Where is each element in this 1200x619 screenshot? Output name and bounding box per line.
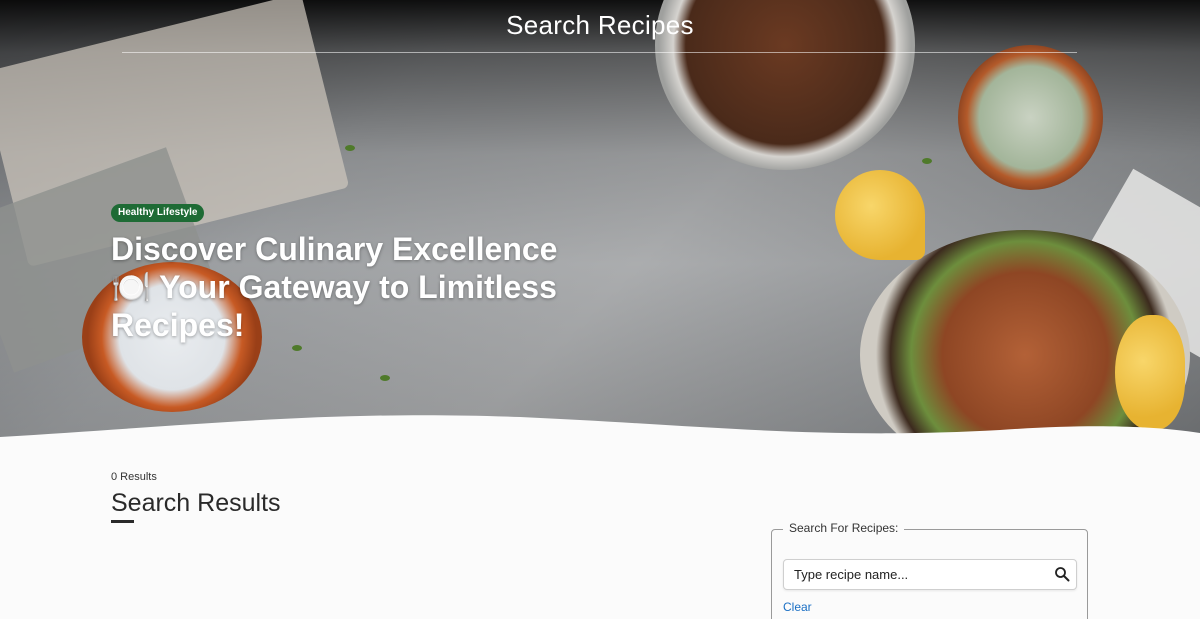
lemon-image <box>835 170 925 260</box>
search-legend: Search For Recipes: <box>783 521 905 535</box>
herb-leaf <box>292 345 302 351</box>
title-divider <box>122 52 1077 53</box>
results-count: 0 Results <box>111 471 157 483</box>
herb-leaf <box>345 145 355 151</box>
results-heading: Search Results <box>111 489 281 517</box>
herb-leaf <box>922 158 932 164</box>
hero-wave-divider <box>0 415 1200 440</box>
category-badge: Healthy Lifestyle <box>111 204 205 222</box>
heading-underline <box>111 520 134 523</box>
food-bowl-image <box>958 45 1103 190</box>
clear-button[interactable]: Clear <box>783 600 812 614</box>
search-icon[interactable] <box>1054 566 1070 582</box>
hero-headline: Discover Culinary Excellence 🍽️ Your Gat… <box>111 231 558 343</box>
herb-leaf <box>380 375 390 381</box>
page-title: Search Recipes <box>506 10 694 40</box>
search-field[interactable] <box>783 559 1077 590</box>
hero-banner: Search Recipes Healthy Lifestyle Discove… <box>0 0 1200 440</box>
search-input[interactable] <box>794 560 1044 589</box>
